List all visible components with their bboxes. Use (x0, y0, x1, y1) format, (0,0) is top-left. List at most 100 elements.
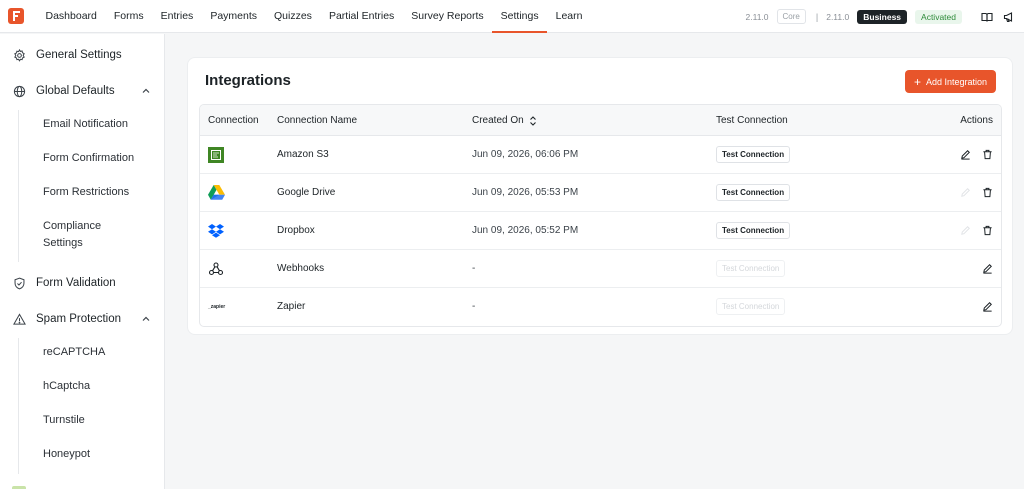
globe-icon (12, 84, 26, 98)
edit-icon-disabled (959, 225, 971, 237)
created-on: Jun 09, 2026, 05:53 PM (472, 187, 579, 198)
column-actions: Actions (960, 115, 993, 126)
amazon-s3-icon (208, 136, 224, 173)
connection-name: Amazon S3 (277, 149, 329, 160)
edit-icon[interactable] (959, 149, 971, 161)
core-badge: Core (776, 9, 806, 24)
row-actions (959, 212, 993, 249)
book-icon[interactable] (980, 10, 994, 24)
nav-settings[interactable]: Settings (492, 0, 548, 33)
connection-name: Zapier (277, 301, 306, 312)
main-nav: Dashboard Forms Entries Payments Quizzes… (37, 0, 591, 33)
trash-icon[interactable] (981, 149, 993, 161)
connection-name: Webhooks (277, 263, 325, 274)
add-integration-label: Add Integration (925, 76, 987, 87)
sidebar-label-general-settings: General Settings (36, 49, 122, 61)
trash-icon[interactable] (981, 187, 993, 199)
table-row: Webhooks - Test Connection (200, 250, 1001, 288)
sidebar-item-compliance-settings[interactable]: Compliance Settings (43, 218, 133, 252)
nav-forms[interactable]: Forms (105, 0, 152, 33)
table-row: Google Drive Jun 09, 2026, 05:53 PM Test… (200, 174, 1001, 212)
nav-quizzes[interactable]: Quizzes (266, 0, 321, 33)
edit-icon[interactable] (981, 301, 993, 313)
sidebar-item-global-defaults[interactable]: Global Defaults (0, 82, 165, 100)
add-integration-button[interactable]: + Add Integration (904, 70, 996, 93)
sidebar-item-turnstile[interactable]: Turnstile (43, 412, 85, 429)
edit-icon-disabled (959, 187, 971, 199)
nav-partial-entries[interactable]: Partial Entries (320, 0, 402, 33)
zapier-logo-text: _zapier (208, 303, 226, 310)
test-connection-cell: Test Connection (716, 174, 791, 211)
nav-dashboard[interactable]: Dashboard (37, 0, 105, 33)
nav-entries[interactable]: Entries (152, 0, 202, 33)
sidebar-label-global-defaults: Global Defaults (36, 85, 115, 97)
row-actions (981, 250, 993, 287)
top-navigation-bar: Dashboard Forms Entries Payments Quizzes… (0, 0, 1024, 33)
test-connection-button[interactable]: Test Connection (716, 184, 791, 201)
chevron-up-icon[interactable] (141, 314, 151, 324)
nav-payments[interactable]: Payments (202, 0, 266, 33)
sidebar-item-form-validation[interactable]: Form Validation (0, 274, 165, 292)
row-actions (981, 288, 993, 325)
column-connection-name: Connection Name (277, 115, 358, 126)
column-created-on[interactable]: Created On (472, 105, 537, 136)
edit-icon[interactable] (981, 263, 993, 275)
test-connection-cell: Test Connection (716, 250, 786, 287)
nav-learn[interactable]: Learn (547, 0, 591, 33)
table-header: Connection Connection Name Created On Te… (200, 105, 1001, 136)
gear-icon (12, 48, 26, 62)
test-connection-button-disabled: Test Connection (716, 260, 786, 277)
sort-icon[interactable] (529, 115, 537, 126)
connection-name: Dropbox (277, 225, 315, 236)
sidebar-item-form-restrictions[interactable]: Form Restrictions (43, 184, 129, 201)
sidebar-label-spam-protection: Spam Protection (36, 313, 122, 325)
plus-icon: + (913, 74, 921, 89)
sidebar-label-form-validation: Form Validation (36, 277, 116, 289)
version-separator: | (815, 11, 819, 22)
webhooks-icon (208, 250, 224, 287)
test-connection-button-disabled: Test Connection (716, 298, 786, 315)
version-info: 2.11.0 Core | 2.11.0 Business Activated (746, 0, 1016, 33)
dropbox-icon (208, 212, 224, 249)
sidebar-item-general-settings[interactable]: General Settings (0, 46, 165, 64)
table-row: Amazon S3 Jun 09, 2026, 06:06 PM Test Co… (200, 136, 1001, 174)
page-title: Integrations (205, 72, 291, 89)
column-test-connection: Test Connection (716, 115, 788, 126)
sidebar-item-recaptcha[interactable]: reCAPTCHA (43, 344, 105, 361)
integrations-card: Integrations + Add Integration Connectio… (187, 57, 1013, 335)
pro-version: 2.11.0 (826, 11, 850, 22)
core-version: 2.11.0 (745, 11, 769, 22)
created-on: - (472, 301, 476, 312)
warning-triangle-icon (12, 312, 26, 326)
sidebar-item-spam-protection[interactable]: Spam Protection (0, 310, 165, 328)
table-row: _zapier Zapier - Test Connection (200, 288, 1001, 326)
chevron-up-icon[interactable] (141, 86, 151, 96)
sidebar-item-hcaptcha[interactable]: hCaptcha (43, 378, 90, 395)
connection-name: Google Drive (277, 187, 336, 198)
nav-survey-reports[interactable]: Survey Reports (403, 0, 492, 33)
created-on: Jun 09, 2026, 06:06 PM (472, 149, 579, 160)
row-actions (959, 136, 993, 173)
zapier-icon: _zapier (208, 288, 225, 325)
license-status-badge: Activated (915, 9, 962, 24)
plan-badge: Business (857, 9, 908, 24)
test-connection-cell: Test Connection (716, 136, 791, 173)
google-drive-icon (208, 174, 225, 211)
row-actions (959, 174, 993, 211)
table-row: Dropbox Jun 09, 2026, 05:52 PM Test Conn… (200, 212, 1001, 250)
settings-sidebar: General Settings Global Defaults Email N… (0, 34, 165, 489)
sidebar-item-email-notification[interactable]: Email Notification (43, 116, 128, 133)
trash-icon[interactable] (981, 225, 993, 237)
megaphone-icon[interactable] (1002, 10, 1016, 24)
sidebar-item-form-confirmation[interactable]: Form Confirmation (43, 150, 134, 167)
shield-check-icon (12, 276, 26, 290)
column-connection: Connection (208, 115, 259, 126)
integrations-table: Connection Connection Name Created On Te… (199, 104, 1002, 327)
column-created-on-label: Created On (472, 115, 524, 126)
test-connection-button[interactable]: Test Connection (716, 222, 791, 239)
sidebar-item-honeypot[interactable]: Honeypot (43, 446, 90, 463)
test-connection-button[interactable]: Test Connection (716, 146, 791, 163)
fluent-forms-logo-icon[interactable] (8, 8, 24, 24)
test-connection-cell: Test Connection (716, 212, 791, 249)
created-on: Jun 09, 2026, 05:52 PM (472, 225, 579, 236)
